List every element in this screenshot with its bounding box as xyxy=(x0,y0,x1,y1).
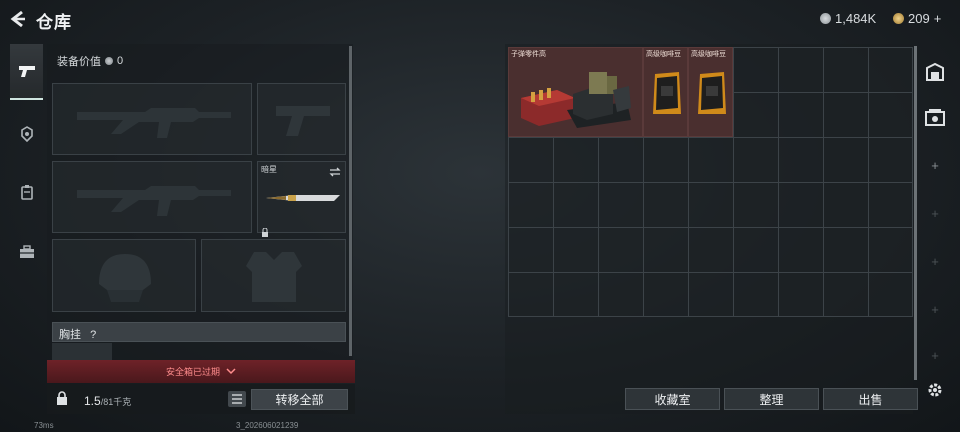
add-storage-button[interactable]: + xyxy=(922,348,948,368)
silver-coin-icon xyxy=(820,13,831,24)
equipment-value-amount: 0 xyxy=(117,55,124,67)
melee-slot-label: 暗星 xyxy=(261,165,277,174)
rifle-silhouette-icon xyxy=(77,186,231,216)
case-tab[interactable] xyxy=(10,224,43,280)
list-view-button[interactable] xyxy=(228,391,246,407)
collection-room-button[interactable]: 收藏室 xyxy=(625,388,720,410)
lock-icon[interactable] xyxy=(56,391,68,410)
silver-coin-icon xyxy=(105,57,113,65)
equipment-value-label: 装备价值 xyxy=(57,56,101,68)
carry-weight: 1.5/81千克 xyxy=(84,394,131,408)
melee-slot[interactable]: 暗星 xyxy=(257,161,346,237)
silver-amount: 1,484K xyxy=(835,11,877,26)
list-icon xyxy=(232,394,242,404)
pistol-icon xyxy=(18,66,35,77)
briefcase-icon xyxy=(19,245,34,258)
storage-item[interactable]: 高级咖啡豆 xyxy=(643,47,688,137)
safe-box-expired-banner[interactable]: 安全箱已过期 xyxy=(47,360,355,383)
pistol-silhouette-icon xyxy=(276,106,330,136)
coffee-bag-icon xyxy=(653,72,681,114)
gold-currency[interactable]: 209 + xyxy=(893,11,941,26)
storage-scrollbar[interactable] xyxy=(914,46,917,380)
carry-weight-max: /81千克 xyxy=(100,397,132,407)
helmet-slot[interactable] xyxy=(52,239,196,312)
primary-weapon-slot-1[interactable] xyxy=(52,83,252,155)
item-label: 高级咖啡豆 xyxy=(691,51,726,58)
armor-tab[interactable] xyxy=(10,106,43,162)
vault-icon xyxy=(926,62,944,81)
helmet-silhouette-icon xyxy=(99,254,151,302)
sidearm-slot[interactable] xyxy=(257,83,346,155)
help-icon[interactable]: ? xyxy=(90,329,96,341)
storage-extension-tab[interactable] xyxy=(922,104,948,130)
armor-slot[interactable] xyxy=(201,239,346,312)
storage-item[interactable]: 子弹零件高 xyxy=(508,47,643,137)
equipment-scrollbar[interactable] xyxy=(349,46,352,356)
equipment-value: 装备价值 0 xyxy=(57,53,123,69)
sell-button[interactable]: 出售 xyxy=(823,388,918,410)
gear-icon xyxy=(928,383,942,397)
ping-readout: 73ms xyxy=(34,421,54,430)
coffee-bag-icon xyxy=(698,72,726,114)
chevron-down-icon xyxy=(226,367,236,377)
page-title: 仓库 xyxy=(36,13,72,32)
helmet-icon xyxy=(20,126,33,142)
item-label: 高级咖啡豆 xyxy=(646,51,681,58)
swap-icon[interactable] xyxy=(329,164,341,182)
primary-weapon-slot-2[interactable] xyxy=(52,161,252,233)
ammo-crate-icon xyxy=(521,72,631,128)
vest-silhouette-icon xyxy=(246,252,302,302)
category-nav xyxy=(10,44,43,284)
add-storage-button[interactable]: + xyxy=(922,254,948,274)
back-icon[interactable] xyxy=(8,9,28,29)
silver-currency: 1,484K xyxy=(820,11,876,26)
build-version: 3_202606021239 xyxy=(236,421,299,430)
rifle-silhouette-icon xyxy=(77,108,231,138)
add-storage-button[interactable]: + xyxy=(922,158,948,178)
add-gold-icon[interactable]: + xyxy=(934,11,942,26)
safe-box-warning-text: 安全箱已过期 xyxy=(165,367,220,377)
chest-rig-label: 胸挂 xyxy=(59,329,81,341)
chest-rig-preview xyxy=(52,343,112,361)
carry-weight-value: 1.5 xyxy=(84,394,101,408)
backpack-tab[interactable] xyxy=(10,164,43,220)
storage-item[interactable]: 高级咖啡豆 xyxy=(688,47,733,137)
knife-icon xyxy=(266,195,340,201)
gold-amount: 209 xyxy=(908,11,930,26)
backpack-icon xyxy=(20,185,33,200)
add-storage-button[interactable]: + xyxy=(922,302,948,322)
sort-button[interactable]: 整理 xyxy=(724,388,819,410)
gold-coin-icon xyxy=(893,13,904,24)
item-label: 子弹零件高 xyxy=(511,51,546,58)
add-storage-button[interactable]: + xyxy=(922,206,948,226)
transfer-all-button[interactable]: 转移全部 xyxy=(251,389,348,410)
settings-button[interactable] xyxy=(922,377,948,403)
case-storage-icon xyxy=(925,109,945,126)
chest-rig-slot[interactable]: 胸挂 ? xyxy=(52,322,346,342)
weapons-tab[interactable] xyxy=(10,44,43,100)
storage-main-tab[interactable] xyxy=(922,59,948,85)
